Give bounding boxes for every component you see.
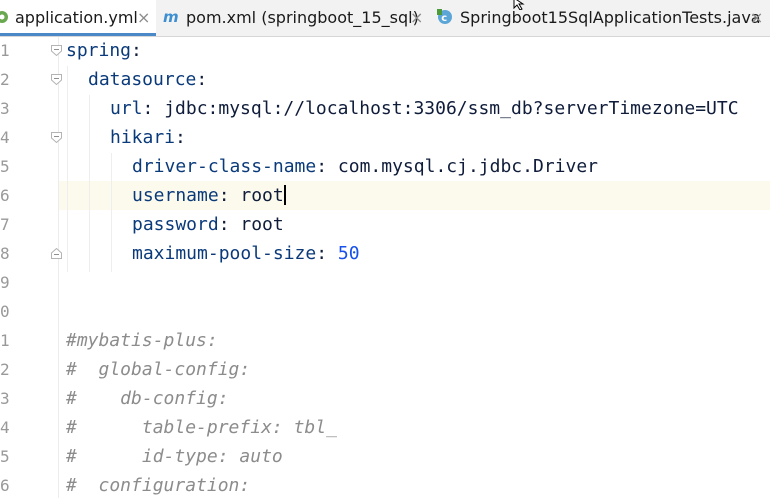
yaml-key: username (132, 185, 219, 206)
mouse-pointer-icon (513, 0, 525, 10)
maven-file-icon: m (163, 9, 179, 25)
line-number: 4 (0, 418, 10, 437)
line-number: 5 (0, 447, 10, 466)
yaml-key: hikari (110, 127, 176, 148)
fold-end-marker-icon[interactable] (51, 248, 62, 259)
yaml-separator: : (196, 69, 208, 90)
yaml-key: maximum-pool-size (132, 243, 317, 264)
tab-label: Springboot15SqlApplicationTests.java (460, 8, 761, 27)
yaml-separator: : (218, 214, 230, 235)
close-icon[interactable]: × (137, 0, 150, 36)
yaml-value: root (229, 214, 284, 235)
code-line[interactable]: # global-config: (66, 355, 250, 384)
fold-marker-icon[interactable] (51, 132, 62, 143)
yaml-key: spring (66, 40, 132, 61)
fold-marker-icon[interactable] (51, 74, 62, 85)
yaml-separator: : (131, 40, 142, 61)
code-line[interactable]: # id-type: auto (66, 442, 283, 471)
code-line[interactable]: maximum-pool-size: 50 (132, 239, 360, 268)
tab-springboot15-sql-application-tests[interactable]: c Springboot15SqlApplicationTests.java × (430, 0, 770, 36)
yaml-comment: #mybatis-plus: (66, 330, 218, 351)
indent-guide (111, 153, 112, 272)
yaml-separator: : (218, 185, 230, 206)
line-number: 5 (0, 157, 10, 176)
line-number: 2 (0, 70, 10, 89)
yaml-key: driver-class-name (132, 156, 317, 177)
line-number: 9 (0, 273, 10, 292)
yaml-number-value: 50 (327, 243, 360, 264)
yaml-comment: # db-config: (66, 388, 229, 409)
line-number: 6 (0, 186, 10, 205)
yaml-separator: : (316, 243, 328, 264)
code-line[interactable]: password: root (132, 210, 284, 239)
tab-label: application.yml (15, 8, 138, 27)
svg-text:m: m (163, 9, 179, 25)
line-number: 6 (0, 476, 10, 495)
yaml-key: password (132, 214, 219, 235)
editor-tab-bar: application.yml × m pom.xml (springboot_… (0, 0, 770, 37)
code-line[interactable]: # table-prefix: tbl_ (66, 413, 337, 442)
yaml-separator: : (175, 127, 186, 148)
line-number: 3 (0, 99, 10, 118)
text-caret (283, 185, 286, 205)
yaml-file-icon (0, 11, 8, 23)
tab-pom-xml[interactable]: m pom.xml (springboot_15_sql) × (158, 0, 426, 36)
fold-marker-icon[interactable] (51, 45, 62, 56)
yaml-value: jdbc:mysql://localhost:3306/ssm_db?serve… (153, 98, 739, 119)
yaml-key: url (110, 98, 143, 119)
yaml-comment: # configuration: (66, 475, 251, 496)
tab-application-yml[interactable]: application.yml × (0, 0, 156, 36)
line-number: 7 (0, 215, 10, 234)
yaml-comment: # table-prefix: tbl_ (66, 417, 337, 438)
code-line[interactable]: datasource: (88, 65, 207, 94)
close-icon[interactable]: × (750, 0, 763, 36)
yaml-value: root (229, 185, 284, 206)
line-number: 3 (0, 389, 10, 408)
line-number: 8 (0, 244, 10, 263)
code-line[interactable]: hikari: (110, 123, 186, 152)
code-line[interactable]: username: root (132, 181, 286, 210)
line-number: 1 (0, 41, 10, 60)
java-class-icon: c (437, 9, 452, 24)
line-number: 1 (0, 331, 10, 350)
yaml-separator: : (142, 98, 154, 119)
code-line[interactable]: spring: (66, 36, 142, 65)
code-line[interactable]: # configuration: (66, 471, 250, 500)
yaml-comment: # id-type: auto (66, 446, 283, 467)
yaml-comment: # global-config: (66, 359, 251, 380)
svg-text:c: c (441, 13, 447, 24)
code-line[interactable]: url: jdbc:mysql://localhost:3306/ssm_db?… (110, 94, 739, 123)
close-icon[interactable]: × (410, 0, 423, 36)
indent-guide (89, 95, 90, 272)
yaml-separator: : (316, 156, 328, 177)
indent-guide (67, 66, 68, 272)
code-line[interactable]: # db-config: (66, 384, 229, 413)
yaml-key: datasource (88, 69, 197, 90)
code-line[interactable]: #mybatis-plus: (66, 326, 218, 355)
tab-label: pom.xml (springboot_15_sql) (186, 8, 419, 27)
line-number: 4 (0, 128, 10, 147)
line-number: 2 (0, 360, 10, 379)
yaml-value: com.mysql.cj.jdbc.Driver (327, 156, 599, 177)
line-number: 0 (0, 302, 10, 321)
code-line[interactable]: driver-class-name: com.mysql.cj.jdbc.Dri… (132, 152, 598, 181)
